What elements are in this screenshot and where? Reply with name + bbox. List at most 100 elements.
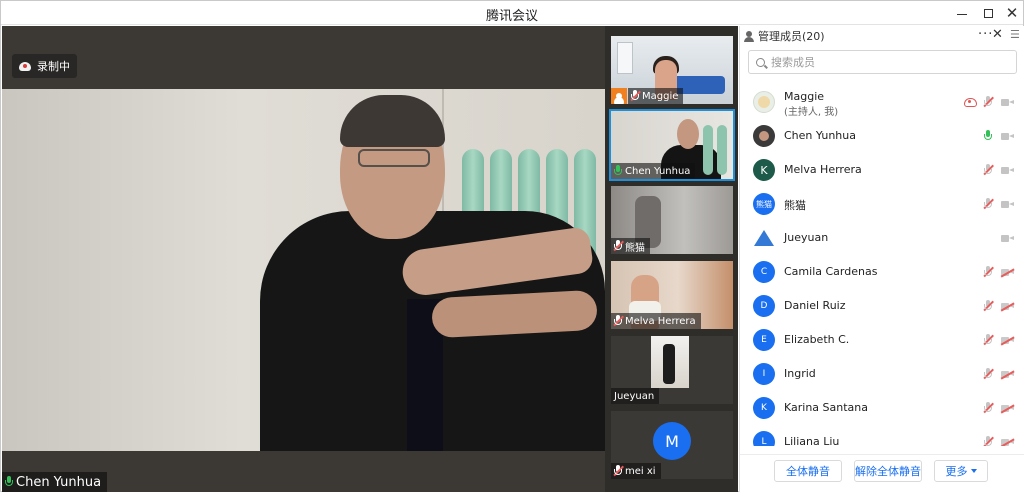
- video-tile-chen-yunhua[interactable]: Chen Yunhua: [609, 109, 735, 181]
- video-tile-maggie[interactable]: Maggie: [611, 36, 733, 104]
- cloud-record-icon: [19, 61, 31, 71]
- search-icon: [756, 57, 765, 67]
- video-tile-mei-xi[interactable]: M mei xi: [611, 411, 733, 479]
- member-name: Elizabeth C.: [784, 333, 850, 346]
- recording-badge[interactable]: 录制中: [12, 54, 77, 78]
- microphone-icon[interactable]: [984, 130, 992, 142]
- video-tile-jueyuan[interactable]: Jueyuan: [611, 336, 733, 404]
- microphone-icon[interactable]: [983, 402, 994, 414]
- camera-off-icon[interactable]: [1000, 334, 1015, 348]
- microphone-icon: [614, 165, 622, 177]
- host-icon: [611, 88, 627, 104]
- avatar: K: [753, 397, 775, 419]
- member-role: (主持人, 我): [784, 107, 839, 118]
- close-icon[interactable]: ✕: [999, 1, 1024, 25]
- avatar-image: [759, 131, 769, 141]
- member-name: Karina Santana: [784, 401, 869, 414]
- member-row-karina-santana[interactable]: K Karina Santana: [740, 392, 1024, 426]
- main-video: [2, 89, 605, 451]
- more-label: 更多: [945, 465, 968, 478]
- mute-all-button[interactable]: 全体静音: [774, 460, 842, 482]
- member-row-liliana-liu[interactable]: L Liliana Liu: [740, 426, 1024, 446]
- tile-video: [617, 42, 633, 74]
- menu-icon[interactable]: ☰: [1010, 28, 1020, 41]
- member-row-elizabeth-c[interactable]: E Elizabeth C.: [740, 324, 1024, 358]
- close-panel-button[interactable]: ✕: [992, 27, 1003, 42]
- speaker-name: Chen Yunhua: [16, 474, 102, 490]
- triangle-avatar-icon: [754, 230, 774, 246]
- microphone-icon: [5, 476, 13, 488]
- member-name: Maggie: [784, 90, 825, 103]
- more-button[interactable]: 更多: [934, 460, 988, 482]
- tile-name: mei xi: [625, 465, 656, 477]
- microphone-icon[interactable]: [983, 368, 994, 380]
- microphone-icon[interactable]: [983, 164, 994, 176]
- avatar: [753, 91, 775, 113]
- tile-label: 熊猫: [611, 238, 650, 254]
- microphone-icon[interactable]: [983, 334, 994, 346]
- panel-header: 管理成员(20) ··· ✕ ☰: [740, 26, 1024, 46]
- microphone-icon[interactable]: [983, 266, 994, 278]
- camera-icon[interactable]: [1001, 96, 1014, 110]
- avatar: [753, 125, 775, 147]
- microphone-icon: [630, 90, 641, 102]
- minimize-icon[interactable]: [949, 1, 975, 25]
- avatar: K: [753, 159, 775, 181]
- tile-label: Melva Herrera: [611, 313, 701, 329]
- search-input[interactable]: [771, 55, 1001, 69]
- member-row-maggie[interactable]: Maggie (主持人, 我): [740, 86, 1024, 120]
- member-name: Camila Cardenas: [784, 265, 878, 278]
- video-strip: Maggie Chen Yunhua 熊猫 Melva Herrera Juey…: [605, 26, 738, 492]
- camera-off-icon[interactable]: [1000, 266, 1015, 280]
- video-tile-melva-herrera[interactable]: Melva Herrera: [611, 261, 733, 329]
- member-name: Jueyuan: [784, 231, 829, 244]
- unmute-all-button[interactable]: 解除全体静音: [854, 460, 922, 482]
- microphone-icon[interactable]: [983, 436, 994, 446]
- members-panel: 管理成员(20) ··· ✕ ☰ Maggie (主持人, 我): [739, 26, 1024, 492]
- camera-off-icon[interactable]: [1000, 368, 1015, 382]
- microphone-icon[interactable]: [983, 96, 994, 108]
- camera-icon[interactable]: [1001, 164, 1014, 178]
- camera-icon[interactable]: [1001, 130, 1014, 144]
- avatar: M: [653, 422, 691, 460]
- avatar: I: [753, 363, 775, 385]
- camera-icon[interactable]: [1001, 232, 1014, 246]
- member-row-panda[interactable]: 熊猫 熊猫: [740, 188, 1024, 222]
- member-name: Chen Yunhua: [784, 129, 856, 142]
- member-row-melva-herrera[interactable]: K Melva Herrera: [740, 154, 1024, 188]
- video-tile-panda[interactable]: 熊猫: [611, 186, 733, 254]
- member-row-daniel-ruiz[interactable]: D Daniel Ruiz: [740, 290, 1024, 324]
- person-icon: [744, 30, 754, 42]
- member-row-chen-yunhua[interactable]: Chen Yunhua: [740, 120, 1024, 154]
- speaker-name-tag: Chen Yunhua: [2, 472, 108, 492]
- member-name: 熊猫: [784, 199, 806, 212]
- maximize-icon[interactable]: [975, 1, 1001, 25]
- recording-label: 录制中: [37, 60, 70, 73]
- avatar: L: [753, 431, 775, 446]
- avatar: 熊猫: [753, 193, 775, 215]
- microphone-icon[interactable]: [983, 198, 994, 210]
- camera-icon[interactable]: [1001, 198, 1014, 212]
- chevron-down-icon: [970, 469, 977, 473]
- camera-off-icon[interactable]: [1000, 436, 1015, 446]
- speaker-glasses: [358, 149, 430, 167]
- microphone-icon: [613, 465, 624, 477]
- member-name: Daniel Ruiz: [784, 299, 846, 312]
- member-row-ingrid[interactable]: I Ingrid: [740, 358, 1024, 392]
- panel-footer: 全体静音 解除全体静音 更多: [740, 454, 1024, 492]
- camera-off-icon[interactable]: [1000, 300, 1015, 314]
- cloud-record-icon: [964, 96, 977, 110]
- avatar: E: [753, 329, 775, 351]
- tile-name: Jueyuan: [614, 390, 655, 402]
- main-stage[interactable]: 录制中 Chen Yunhua: [2, 26, 605, 492]
- title-bar: 腾讯会议 ✕: [1, 1, 1023, 25]
- camera-off-icon[interactable]: [1000, 402, 1015, 416]
- tile-label: Chen Yunhua: [611, 163, 696, 179]
- tile-name: Melva Herrera: [625, 315, 696, 327]
- member-search[interactable]: [748, 50, 1017, 74]
- window-title: 腾讯会议: [485, 9, 538, 24]
- tile-name: Chen Yunhua: [625, 165, 691, 177]
- microphone-icon[interactable]: [983, 300, 994, 312]
- member-row-camila-cardenas[interactable]: C Camila Cardenas: [740, 256, 1024, 290]
- member-row-jueyuan[interactable]: Jueyuan: [740, 222, 1024, 256]
